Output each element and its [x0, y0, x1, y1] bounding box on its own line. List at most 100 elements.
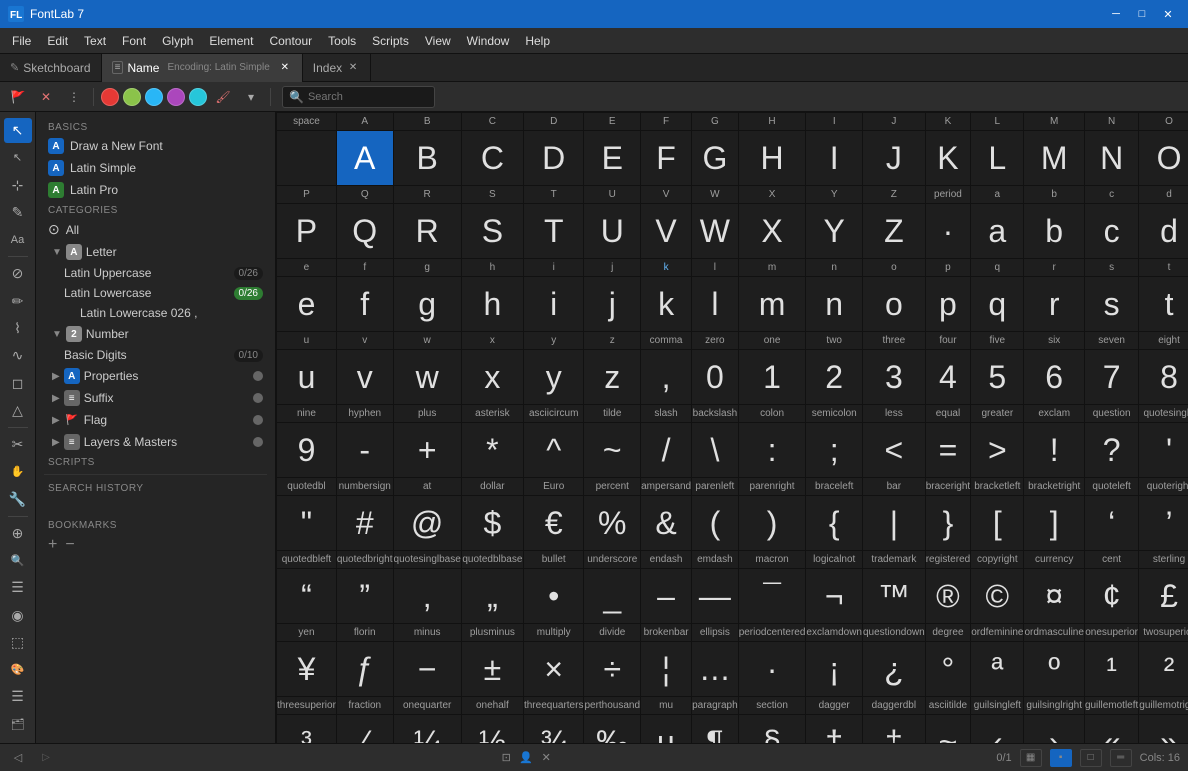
glyph-cell[interactable]: d	[1139, 204, 1188, 259]
glyph-cell[interactable]: N	[1084, 131, 1138, 186]
tab-name[interactable]: ≡ Name Encoding: Latin Simple ✕	[102, 54, 303, 82]
glyph-cell[interactable]: #	[336, 496, 393, 551]
glyph-cell[interactable]: e	[277, 277, 337, 332]
glyph-cell[interactable]: [	[971, 496, 1024, 551]
glyph-cell[interactable]: 3	[863, 350, 926, 405]
glyph-cell[interactable]: ~	[584, 423, 641, 478]
tool-box[interactable]: ⬚	[4, 630, 32, 655]
sidebar-remove-button[interactable]: −	[65, 537, 74, 553]
glyph-cell[interactable]: u	[277, 350, 337, 405]
menu-item-text[interactable]: Text	[76, 32, 114, 50]
sidebar-item-flag[interactable]: ▶ 🚩 Flag	[36, 409, 275, 431]
glyph-cell[interactable]: $	[461, 496, 523, 551]
glyph-cell[interactable]: l	[692, 277, 739, 332]
glyph-cell[interactable]: B	[393, 131, 461, 186]
color-red[interactable]	[101, 88, 119, 106]
glyph-cell[interactable]: q	[971, 277, 1024, 332]
sidebar-item-latin-simple[interactable]: A Latin Simple	[36, 157, 275, 179]
tool-pen[interactable]: ✎	[4, 200, 32, 225]
glyph-cell[interactable]: ‘	[1084, 496, 1138, 551]
menu-item-file[interactable]: File	[4, 32, 39, 50]
sidebar-item-latin-lowercase-026[interactable]: Latin Lowercase 026 ,	[36, 303, 275, 323]
glyph-cell[interactable]: |	[863, 496, 926, 551]
glyph-cell[interactable]: O	[1139, 131, 1188, 186]
glyph-cell[interactable]: (	[692, 496, 739, 551]
glyph-cell[interactable]: €	[523, 496, 583, 551]
tool-select2[interactable]: ↖	[4, 145, 32, 170]
glyph-cell[interactable]: A	[336, 131, 393, 186]
glyph-cell[interactable]: ’	[1139, 496, 1188, 551]
glyph-cell[interactable]: Q	[336, 204, 393, 259]
glyph-cell[interactable]: 8	[1139, 350, 1188, 405]
tool-node[interactable]: ⊹	[4, 173, 32, 198]
tool-align[interactable]: ☰	[4, 684, 32, 709]
glyph-cell[interactable]: <	[863, 423, 926, 478]
sidebar-item-number[interactable]: ▼ 2 Number	[36, 323, 275, 345]
glyph-cell[interactable]: k	[641, 277, 692, 332]
glyph-cell[interactable]: ™	[863, 569, 926, 624]
tool-scissors[interactable]: ✂	[4, 432, 32, 457]
glyph-cell[interactable]: ¼	[393, 715, 461, 744]
glyph-cell[interactable]: M	[1024, 131, 1084, 186]
glyph-cell[interactable]: >	[971, 423, 1024, 478]
glyph-cell[interactable]: f	[336, 277, 393, 332]
glyph-cell[interactable]: g	[393, 277, 461, 332]
tool-paint[interactable]: 🎨	[4, 657, 32, 682]
glyph-cell[interactable]: U	[584, 204, 641, 259]
glyph-cell[interactable]: \	[692, 423, 739, 478]
glyph-cell[interactable]: ;	[806, 423, 863, 478]
glyph-cell[interactable]: D	[523, 131, 583, 186]
sidebar-item-draw-new-font[interactable]: A Draw a New Font	[36, 135, 275, 157]
glyph-cell[interactable]: ¿	[863, 642, 926, 697]
glyph-cell[interactable]: -	[336, 423, 393, 478]
glyph-cell[interactable]: p	[925, 277, 970, 332]
glyph-cell[interactable]: ‚	[393, 569, 461, 624]
glyph-cell[interactable]: º	[1024, 642, 1084, 697]
minimize-button[interactable]: ─	[1104, 4, 1128, 24]
tool-brush[interactable]: ⌇	[4, 316, 32, 341]
glyph-cell[interactable]: µ	[641, 715, 692, 744]
menu-item-help[interactable]: Help	[517, 32, 558, 50]
glyph-cell[interactable]: I	[806, 131, 863, 186]
glyph-cell[interactable]: ÷	[584, 642, 641, 697]
glyph-cell[interactable]: ²	[1139, 642, 1188, 697]
menu-item-window[interactable]: Window	[459, 32, 518, 50]
sidebar-item-properties[interactable]: ▶ A Properties	[36, 365, 275, 387]
menu-item-glyph[interactable]: Glyph	[154, 32, 201, 50]
glyph-cell[interactable]: a	[971, 204, 1024, 259]
glyph-cell[interactable]: h	[461, 277, 523, 332]
glyph-cell[interactable]: v	[336, 350, 393, 405]
glyph-cell[interactable]: ®	[925, 569, 970, 624]
sidebar-item-all[interactable]: ⊙ All	[36, 218, 275, 241]
glyph-cell[interactable]: ^	[523, 423, 583, 478]
glyph-cell[interactable]: ”	[336, 569, 393, 624]
sidebar-item-letter[interactable]: ▼ A Letter	[36, 241, 275, 263]
search-input[interactable]	[308, 91, 428, 103]
glyph-cell[interactable]: ¢	[1084, 569, 1138, 624]
toolbar-x-button[interactable]: ✕	[34, 85, 58, 109]
glyph-cell[interactable]: :	[738, 423, 806, 478]
color-blue[interactable]	[145, 88, 163, 106]
glyph-cell[interactable]	[277, 131, 337, 186]
glyph-cell[interactable]: 2	[806, 350, 863, 405]
glyph-cell[interactable]: Y	[806, 204, 863, 259]
tab-index[interactable]: Index ✕	[303, 54, 371, 82]
glyph-cell[interactable]: –	[641, 569, 692, 624]
glyph-cell[interactable]: ¥	[277, 642, 337, 697]
glyph-cell[interactable]: ¡	[806, 642, 863, 697]
glyph-cell[interactable]: +	[393, 423, 461, 478]
tool-add[interactable]: ⊕	[4, 521, 32, 546]
glyph-cell[interactable]: t	[1139, 277, 1188, 332]
glyph-cell[interactable]: ±	[461, 642, 523, 697]
glyph-cell[interactable]: ¤	[1024, 569, 1084, 624]
view-mode-large[interactable]: ▦	[1020, 749, 1042, 767]
tool-eraser[interactable]: ⊘	[4, 261, 32, 286]
tool-layers[interactable]: 🗂	[4, 712, 32, 737]
glyph-cell[interactable]: 0	[692, 350, 739, 405]
tool-pencil[interactable]: ✏	[4, 289, 32, 314]
tool-text[interactable]: Aa	[4, 227, 32, 252]
glyph-cell[interactable]: »	[1139, 715, 1188, 744]
glyph-cell[interactable]: %	[584, 496, 641, 551]
glyph-cell[interactable]: ~	[925, 715, 970, 744]
menu-item-edit[interactable]: Edit	[39, 32, 76, 50]
